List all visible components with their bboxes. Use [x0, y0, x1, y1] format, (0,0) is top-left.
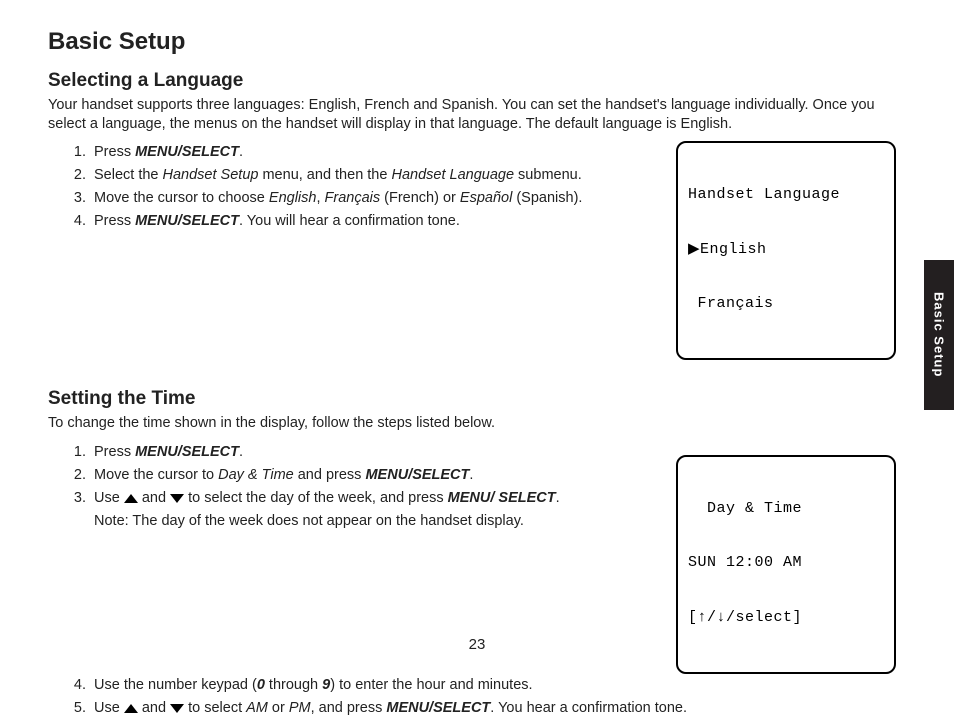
text: Select the [94, 167, 163, 183]
text: and [138, 490, 170, 506]
lcd-line: Handset Language [688, 186, 884, 204]
text: . You will hear a confirmation tone. [239, 213, 460, 229]
language-steps-list: Press MENU/SELECT. Select the Handset Se… [48, 143, 656, 232]
text: Use [94, 700, 124, 716]
list-item: Move the cursor to Day & Time and press … [90, 466, 656, 485]
section-language-intro: Your handset supports three languages: E… [48, 96, 896, 133]
time-steps-list-b: Use the number keypad (0 through 9) to e… [48, 676, 850, 718]
text: Use [94, 490, 124, 506]
text: submenu. [514, 167, 582, 183]
lcd-line: [↑/↓/select] [688, 609, 884, 627]
lcd-line: Français [688, 295, 884, 313]
list-item: Press MENU/SELECT. [90, 443, 656, 462]
text-italic: Español [460, 190, 512, 206]
triangle-up-icon [124, 704, 138, 713]
text-bold-italic: MENU/SELECT [386, 700, 490, 716]
section-heading-language: Selecting a Language [48, 70, 896, 92]
text: or [268, 700, 289, 716]
text: , [316, 190, 324, 206]
text-bold-italic: MENU/SELECT [135, 144, 239, 160]
text: Move the cursor to [94, 467, 218, 483]
text: , and press [311, 700, 387, 716]
document-page: Basic Setup Selecting a Language Your ha… [0, 0, 954, 671]
triangle-up-icon [124, 494, 138, 503]
triangle-down-icon [170, 494, 184, 503]
list-item: Select the Handset Setup menu, and then … [90, 166, 656, 185]
lcd-line: ▶English [688, 241, 884, 259]
text: to select the day of the week, and press [184, 490, 448, 506]
list-item: Press MENU/SELECT. You will hear a confi… [90, 212, 656, 231]
section-time-intro: To change the time shown in the display,… [48, 414, 896, 433]
list-item: Use the number keypad (0 through 9) to e… [90, 676, 850, 695]
text-italic: Français [325, 190, 381, 206]
text: . You hear a confirmation tone. [490, 700, 687, 716]
text: Press [94, 144, 135, 160]
text-bold-italic: MENU/SELECT [365, 467, 469, 483]
text: Use the number keypad ( [94, 677, 257, 693]
text-bold-italic: MENU/SELECT [135, 444, 239, 460]
text: . [239, 444, 243, 460]
text-italic: Day & Time [218, 467, 294, 483]
side-tab-label: Basic Setup [932, 292, 947, 377]
lcd-screen-language: Handset Language ▶English Français [676, 141, 896, 360]
text-bold-italic: MENU/SELECT [135, 213, 239, 229]
side-tab: Basic Setup [924, 260, 954, 410]
text: Move the cursor to choose [94, 190, 269, 206]
text: Press [94, 213, 135, 229]
text: . [556, 490, 560, 506]
section-language-body: Press MENU/SELECT. Select the Handset Se… [48, 141, 896, 360]
text-bold-italic: MENU/ SELECT [448, 490, 556, 506]
text: to select [184, 700, 246, 716]
text-italic: AM [246, 700, 268, 716]
text: and [138, 700, 170, 716]
text-italic: Handset Language [391, 167, 514, 183]
text: (Spanish). [512, 190, 582, 206]
step-note: Note: The day of the week does not appea… [94, 512, 656, 531]
triangle-down-icon [170, 704, 184, 713]
list-item: Move the cursor to choose English, Franç… [90, 189, 656, 208]
text-bold-italic: 9 [322, 677, 330, 693]
text: (French) or [380, 190, 460, 206]
list-item: Use and to select the day of the week, a… [90, 489, 656, 531]
text: through [265, 677, 322, 693]
text: ) to enter the hour and minutes. [330, 677, 532, 693]
text-italic: Handset Setup [163, 167, 259, 183]
text-bold-italic: 0 [257, 677, 265, 693]
time-steps-list-a: Press MENU/SELECT. Move the cursor to Da… [48, 443, 656, 532]
page-number: 23 [0, 636, 954, 653]
text: . [239, 144, 243, 160]
page-title: Basic Setup [48, 28, 896, 56]
text: . [469, 467, 473, 483]
text: Press [94, 444, 135, 460]
lcd-line: Day & Time [688, 500, 884, 518]
text-italic: PM [289, 700, 311, 716]
lcd-line: SUN 12:00 AM [688, 554, 884, 572]
list-item: Press MENU/SELECT. [90, 143, 656, 162]
text: and press [294, 467, 366, 483]
text-italic: English [269, 190, 317, 206]
list-item: Use and to select AM or PM, and press ME… [90, 699, 850, 718]
text: menu, and then the [258, 167, 391, 183]
section-heading-time: Setting the Time [48, 388, 896, 410]
